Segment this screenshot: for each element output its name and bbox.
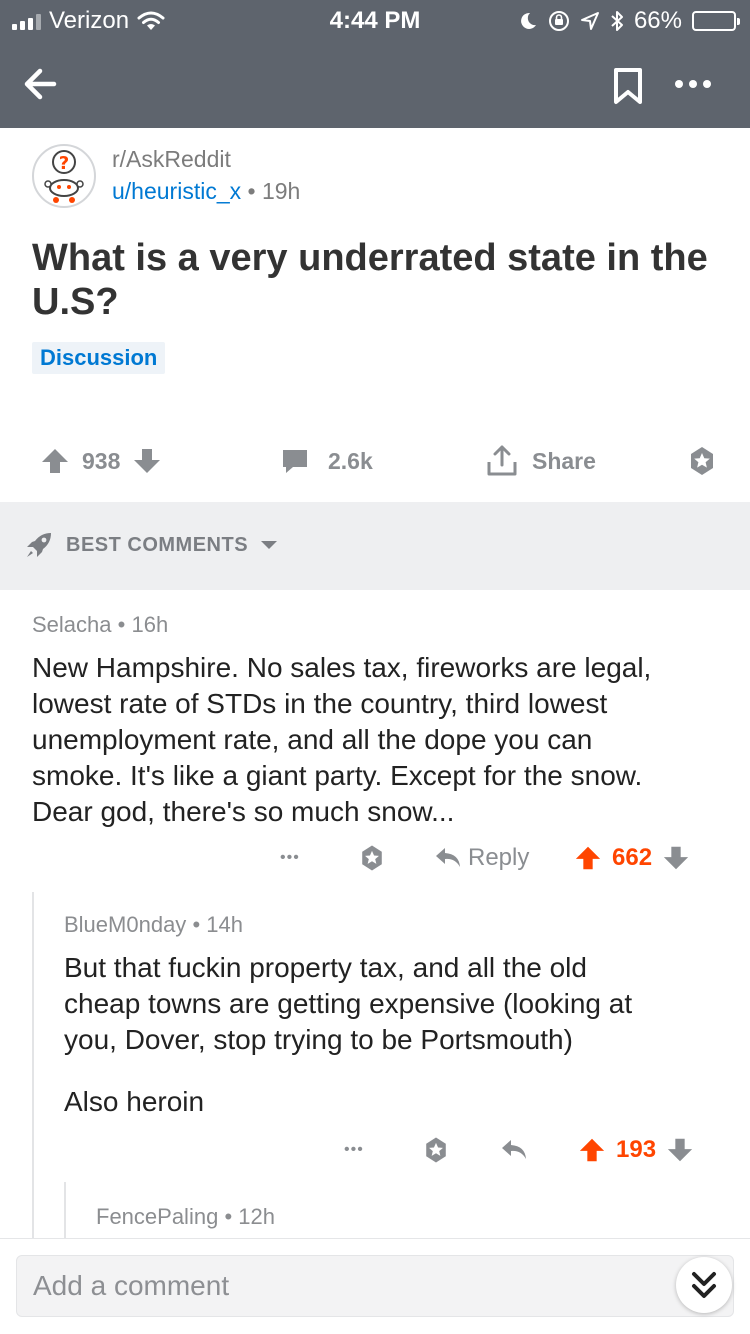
- comment-meta: Selacha • 16h: [32, 612, 732, 638]
- more-options-button[interactable]: [668, 64, 718, 104]
- share-button[interactable]: Share: [484, 436, 596, 486]
- post-score: 938: [82, 447, 121, 474]
- comment: Selacha • 16h New Hampshire. No sales ta…: [32, 612, 732, 830]
- rocket-icon: [27, 533, 51, 557]
- comment-score: 193: [616, 1136, 657, 1163]
- bookmark-icon: [614, 68, 642, 104]
- more-dots-icon: •••: [344, 1141, 364, 1158]
- comment-reply-button[interactable]: [500, 1137, 578, 1163]
- share-label: Share: [532, 447, 596, 474]
- comment-vote-group: 662: [574, 844, 690, 872]
- award-icon: [691, 447, 713, 475]
- subreddit-name[interactable]: r/AskReddit: [112, 146, 231, 173]
- rotation-lock-icon: [548, 11, 569, 31]
- reply-label: Reply: [468, 844, 530, 871]
- add-comment-input[interactable]: Add a comment: [16, 1255, 734, 1317]
- comment-actions: ••• 193: [344, 1130, 724, 1170]
- post-action-bar: 938 2.6k Share: [0, 436, 750, 486]
- downvote-icon[interactable]: [666, 1136, 694, 1164]
- comment-age: 14h: [206, 912, 243, 937]
- arrow-left-icon: [24, 68, 57, 100]
- meta-separator: •: [117, 612, 132, 637]
- comment-line: you, Dover, stop trying to be Portsmouth…: [64, 1024, 573, 1055]
- comment-line: lowest rate of STDs in the country, thir…: [32, 688, 608, 719]
- comment-more-button[interactable]: •••: [280, 849, 356, 867]
- comment-line: But that fuckin property tax, and all th…: [64, 952, 587, 983]
- post-flair[interactable]: Discussion: [32, 342, 166, 374]
- comment-line: smoke. It's like a giant party. Except f…: [32, 760, 643, 791]
- meta-separator: •: [224, 1204, 239, 1229]
- meta-separator: •: [192, 912, 207, 937]
- comment-more-button[interactable]: •••: [344, 1141, 420, 1159]
- comment-reply-button[interactable]: Reply: [434, 844, 574, 872]
- post-header: ? r/AskReddit u/heuristic_x • 19h: [32, 144, 732, 214]
- next-comment-button[interactable]: [676, 1257, 732, 1313]
- chevron-down-icon: [261, 541, 278, 549]
- comment: FencePaling • 12h: [96, 1204, 716, 1230]
- comment-sort-bar: BEST COMMENTS: [0, 502, 750, 590]
- comment-line: cheap towns are getting expensive (looki…: [64, 988, 633, 1019]
- status-bar: Verizon 4:44 PM 66%: [0, 0, 750, 40]
- post-author[interactable]: u/heuristic_x: [112, 178, 241, 204]
- meta-separator: •: [247, 178, 262, 204]
- sort-label: BEST COMMENTS: [66, 533, 249, 556]
- post-title: What is a very underrated state in the U…: [32, 237, 708, 323]
- comments-button[interactable]: 2.6k: [280, 436, 373, 486]
- more-dots-icon: [675, 80, 711, 88]
- comment-author[interactable]: Selacha: [32, 612, 112, 637]
- comment: BlueM0nday • 14h But that fuckin propert…: [64, 912, 724, 1120]
- comment-award-button[interactable]: [356, 842, 434, 874]
- comment-line: New Hampshire. No sales tax, fireworks a…: [32, 652, 652, 683]
- comment-body: But that fuckin property tax, and all th…: [64, 950, 724, 1120]
- comment-count: 2.6k: [328, 447, 373, 474]
- moon-icon: [521, 12, 536, 29]
- comment-award-button[interactable]: [420, 1134, 500, 1166]
- svg-text:?: ?: [59, 153, 69, 174]
- battery-icon: [692, 11, 740, 31]
- comment-age: 16h: [131, 612, 169, 637]
- award-icon: [426, 1137, 446, 1163]
- save-button[interactable]: [608, 64, 648, 108]
- upvote-icon[interactable]: [574, 844, 602, 872]
- post-meta: u/heuristic_x • 19h: [112, 178, 300, 205]
- post-age: 19h: [261, 178, 301, 204]
- comment-author[interactable]: FencePaling: [96, 1204, 218, 1229]
- reply-icon: [436, 848, 460, 867]
- comment-line: Also heroin: [64, 1086, 205, 1117]
- more-dots-icon: •••: [280, 849, 300, 866]
- comment-composer: Add a comment: [0, 1238, 750, 1334]
- status-right: 66%: [518, 7, 740, 35]
- double-chevron-down-icon: [692, 1272, 716, 1298]
- reply-icon: [502, 1140, 526, 1159]
- battery-percent: 66%: [633, 7, 682, 34]
- bluetooth-icon: [611, 11, 623, 31]
- upvote-icon[interactable]: [40, 446, 70, 476]
- comment-bubble-icon: [283, 450, 307, 473]
- askreddit-snoo-icon: ?: [44, 150, 84, 203]
- post-vote-group: 938: [40, 436, 162, 486]
- share-icon: [487, 445, 517, 476]
- location-icon: [580, 12, 599, 30]
- upvote-icon[interactable]: [578, 1136, 606, 1164]
- award-button[interactable]: [684, 436, 720, 486]
- comment-score: 662: [612, 844, 653, 871]
- comment-body: New Hampshire. No sales tax, fireworks a…: [32, 650, 732, 830]
- downvote-icon[interactable]: [662, 844, 690, 872]
- comment-actions: ••• Reply 662: [280, 838, 720, 878]
- comment-line: unemployment rate, and all the dope you …: [32, 724, 593, 755]
- comment-vote-group: 193: [578, 1136, 694, 1164]
- sort-dropdown[interactable]: BEST COMMENTS: [24, 530, 278, 560]
- comment-line: Dear god, there's so much snow...: [32, 796, 455, 827]
- subreddit-avatar[interactable]: ?: [32, 144, 96, 208]
- thread-line[interactable]: [64, 1182, 66, 1238]
- award-icon: [362, 845, 382, 871]
- downvote-icon[interactable]: [132, 446, 162, 476]
- back-button[interactable]: [20, 62, 64, 106]
- comment-meta: BlueM0nday • 14h: [64, 912, 724, 938]
- comment-meta: FencePaling • 12h: [96, 1204, 716, 1230]
- comment-age: 12h: [238, 1204, 275, 1229]
- comment-author[interactable]: BlueM0nday: [64, 912, 186, 937]
- thread-line[interactable]: [32, 892, 34, 1238]
- top-nav-bar: [0, 40, 750, 128]
